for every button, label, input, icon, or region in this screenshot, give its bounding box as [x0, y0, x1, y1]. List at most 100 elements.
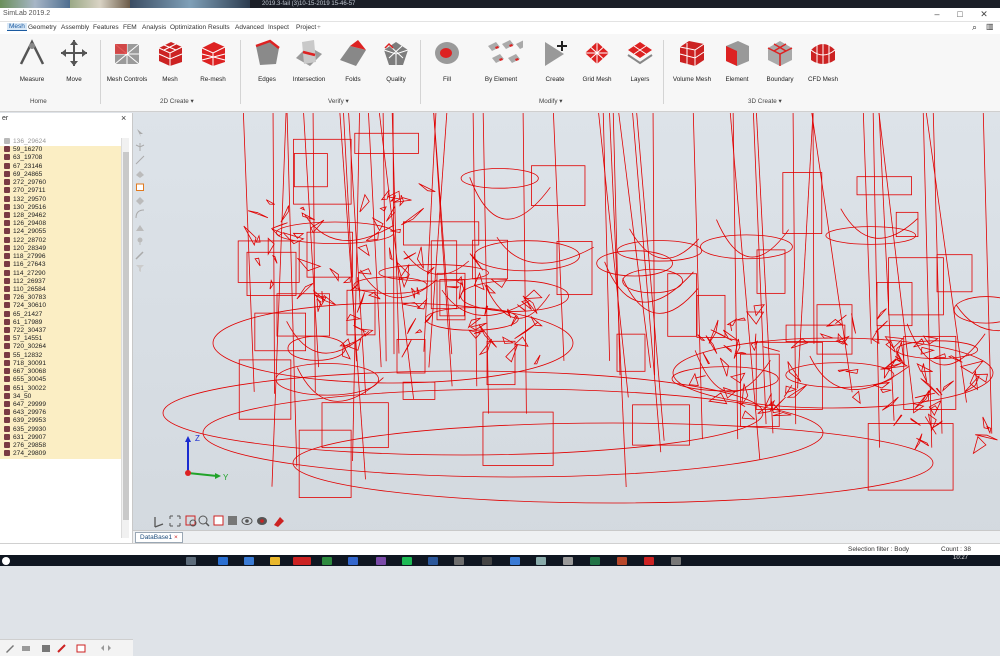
filter-icon[interactable]: [135, 263, 145, 273]
list-item[interactable]: 122_28702: [0, 236, 121, 245]
taskbar-app-icon[interactable]: [671, 557, 681, 565]
axis-view-icon[interactable]: [154, 517, 164, 528]
list-item[interactable]: 655_30045: [0, 376, 121, 385]
list-item[interactable]: 110_26584: [0, 285, 121, 295]
list-item[interactable]: 112_26937: [0, 277, 121, 286]
menu-features[interactable]: Features: [93, 24, 119, 31]
pin-icon[interactable]: [135, 236, 145, 246]
list-item[interactable]: 59_16270: [0, 146, 121, 155]
list-item[interactable]: 132_29570: [0, 195, 121, 204]
menu-analysis[interactable]: Analysis: [142, 24, 166, 31]
select-arrow-icon[interactable]: [135, 128, 145, 138]
maximize-icon[interactable]: □: [953, 9, 967, 19]
list-item[interactable]: 276_29858: [0, 442, 121, 451]
visibility-icon[interactable]: [257, 517, 267, 525]
nav-arrows-icon[interactable]: [100, 643, 112, 654]
start-icon[interactable]: [2, 557, 10, 565]
menu-optimization[interactable]: Optimization: [170, 24, 206, 31]
shade-icon[interactable]: [228, 516, 237, 525]
list-item[interactable]: 118_27996: [0, 253, 121, 262]
list-item[interactable]: 114_27290: [0, 269, 121, 278]
search-icon[interactable]: ⌕: [972, 22, 977, 33]
list-item[interactable]: 63_19708: [0, 154, 121, 163]
zoom-box-icon[interactable]: [185, 515, 197, 527]
list-item[interactable]: 57_14551: [0, 335, 121, 344]
pencil-icon[interactable]: [4, 643, 16, 654]
list-item[interactable]: 270_29711: [0, 187, 121, 196]
menu-assembly[interactable]: Assembly: [61, 24, 89, 31]
list-item[interactable]: 116_27643: [0, 261, 121, 270]
list-item[interactable]: 136_29624: [0, 138, 121, 147]
list-item[interactable]: 635_29930: [0, 425, 121, 434]
group-3d-create[interactable]: 3D Create ▾: [748, 98, 782, 105]
surface-icon[interactable]: [135, 223, 145, 233]
list-item[interactable]: 126_29408: [0, 220, 121, 229]
list-item[interactable]: 651_30022: [0, 384, 121, 393]
list-item[interactable]: 130_29516: [0, 203, 121, 212]
taskbar-app-icon[interactable]: [590, 557, 600, 565]
graphics-viewport[interactable]: Z Y: [133, 113, 1000, 543]
list-item[interactable]: 647_29999: [0, 401, 121, 410]
material-icon[interactable]: [75, 643, 87, 654]
list-item[interactable]: 720_30264: [0, 343, 121, 352]
menu-project[interactable]: Project: [296, 24, 316, 31]
list-item[interactable]: 726_30783: [0, 294, 121, 303]
list-item[interactable]: 631_29907: [0, 433, 121, 443]
zoom-icon[interactable]: [198, 515, 210, 527]
probe-icon[interactable]: [135, 250, 145, 260]
group-verify[interactable]: Verify ▾: [328, 98, 349, 105]
list-item[interactable]: 639_29953: [0, 417, 121, 426]
taskbar-app-icon[interactable]: [322, 557, 332, 565]
list-item[interactable]: 722_30437: [0, 327, 121, 336]
taskbar-app-icon[interactable]: [402, 557, 412, 565]
book-icon[interactable]: ▥: [986, 22, 994, 31]
fit-view-icon[interactable]: [169, 515, 181, 527]
taskbar-app-icon[interactable]: [186, 557, 196, 565]
list-item[interactable]: 69_24865: [0, 170, 121, 180]
close-tab-icon[interactable]: ×: [174, 534, 178, 541]
menu-fem[interactable]: FEM: [123, 24, 137, 31]
taskbar-app-icon[interactable]: [617, 557, 627, 565]
taskbar-app-icon[interactable]: [244, 557, 254, 565]
list-item[interactable]: 61_17989: [0, 318, 121, 328]
eye-icon[interactable]: [241, 517, 253, 525]
edge-icon[interactable]: [135, 155, 145, 165]
tab-database1[interactable]: DataBase1 ×: [135, 532, 183, 543]
list-item[interactable]: 55_12832: [0, 351, 121, 360]
list-item[interactable]: 67_23146: [0, 162, 121, 171]
list-item[interactable]: 718_30091: [0, 359, 121, 369]
taskbar-app-icon[interactable]: [348, 557, 358, 565]
group-modify[interactable]: Modify ▾: [539, 98, 562, 105]
body-icon[interactable]: [40, 643, 52, 654]
list-item[interactable]: 124_29055: [0, 228, 121, 237]
curve-icon[interactable]: [135, 209, 145, 219]
menu-advanced[interactable]: Advanced: [235, 24, 264, 31]
eraser-icon[interactable]: [20, 643, 32, 654]
list-item[interactable]: 643_29976: [0, 409, 121, 418]
brush-icon[interactable]: [56, 643, 68, 654]
add-tab-icon[interactable]: +: [317, 24, 321, 31]
list-item[interactable]: 272_29760: [0, 179, 121, 188]
body-select-icon[interactable]: [135, 182, 145, 192]
taskbar-app-icon[interactable]: [270, 557, 280, 565]
taskbar-app-icon[interactable]: [454, 557, 464, 565]
list-item[interactable]: 274_29809: [0, 450, 121, 459]
close-panel-icon[interactable]: ×: [121, 113, 126, 123]
menu-results[interactable]: Results: [208, 24, 230, 31]
taskbar-app-icon[interactable]: [563, 557, 573, 565]
list-item[interactable]: 128_29462: [0, 211, 121, 221]
taskbar-app-icon[interactable]: [428, 557, 438, 565]
node-icon[interactable]: [135, 142, 145, 152]
scroll-thumb[interactable]: [123, 152, 129, 520]
element-select-icon[interactable]: [135, 196, 145, 206]
face-icon[interactable]: [135, 169, 145, 179]
taskbar-app-icon[interactable]: [293, 557, 311, 565]
menu-mesh[interactable]: Mesh: [7, 23, 27, 31]
list-item[interactable]: 724_30610: [0, 302, 121, 311]
taskbar-app-icon[interactable]: [644, 557, 654, 565]
pan-icon[interactable]: [213, 515, 224, 526]
list-item[interactable]: 120_28349: [0, 244, 121, 254]
taskbar-app-icon[interactable]: [536, 557, 546, 565]
group-2d-create[interactable]: 2D Create ▾: [160, 98, 194, 105]
menu-inspect[interactable]: Inspect: [268, 24, 289, 31]
